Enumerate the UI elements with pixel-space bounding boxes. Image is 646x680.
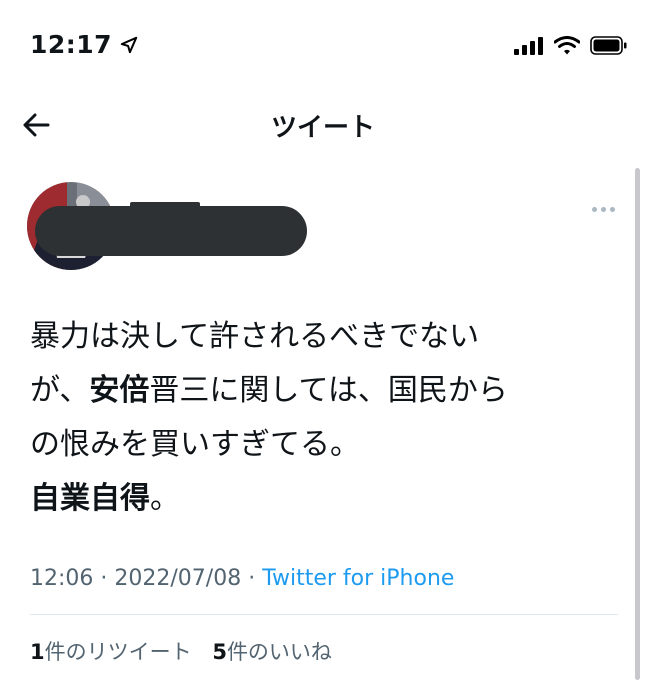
retweets-stat[interactable]: 1件のリツイート xyxy=(30,640,192,664)
username-redaction xyxy=(35,206,307,256)
cellular-signal-icon xyxy=(514,36,543,55)
status-icons xyxy=(514,36,628,55)
tweet-line-4: 自業自得。 xyxy=(30,472,620,526)
more-dot xyxy=(610,206,615,212)
location-arrow-icon xyxy=(120,36,138,53)
battery-icon xyxy=(590,36,627,55)
tweet-text-segment: 暴力は決して許されるべきでない xyxy=(30,319,480,354)
wifi-icon xyxy=(554,36,580,55)
tweet-timestamp: 12:06 · 2022/07/08 · Twitter for iPhone xyxy=(30,566,454,591)
meta-separator: · xyxy=(241,566,263,591)
tweet-stats: 1件のリツイート 5件のいいね xyxy=(30,636,346,666)
page-title: ツイート xyxy=(270,113,375,143)
meta-separator: · xyxy=(93,566,115,591)
tweet-source-link[interactable]: Twitter for iPhone xyxy=(262,566,454,591)
tweet-text-segment: 晋三に関しては、国民から xyxy=(149,373,508,408)
nav-header: ツイート xyxy=(0,95,646,155)
more-dot xyxy=(601,206,606,212)
more-options-icon[interactable] xyxy=(592,204,618,214)
tweet-text-segment: が、 xyxy=(30,373,90,408)
status-time: 12:17 xyxy=(30,30,138,59)
tweet-line-3: の恨みを買いすぎてる。 xyxy=(30,418,620,472)
scrollbar[interactable] xyxy=(635,168,640,680)
likes-stat[interactable]: 5件のいいね xyxy=(212,640,332,664)
status-bar: 12:17 xyxy=(0,0,646,90)
tweet-text-segment: の恨みを買いすぎてる。 xyxy=(30,427,360,462)
tweet-text-segment: 。 xyxy=(150,481,180,516)
retweet-label: 件のリツイート xyxy=(44,640,192,664)
more-dot xyxy=(592,206,597,212)
tweet-line-2: が、安倍晋三に関しては、国民から xyxy=(30,364,620,418)
tweet-text-bold: 安倍 xyxy=(89,373,150,408)
retweet-count: 1 xyxy=(30,640,45,664)
clock-text: 12:17 xyxy=(30,30,113,59)
like-count: 5 xyxy=(212,640,227,664)
tweet-text: 暴力は決して許されるべきでない が、安倍晋三に関しては、国民から の恨みを買いす… xyxy=(30,310,620,526)
like-label: 件のいいね xyxy=(226,640,332,664)
divider xyxy=(30,614,618,615)
tweet-text-bold: 自業自得 xyxy=(30,481,150,516)
tweet-line-1: 暴力は決して許されるべきでない xyxy=(30,310,620,364)
tweet-date: 2022/07/08 xyxy=(114,566,242,591)
tweet-time: 12:06 xyxy=(30,566,94,591)
